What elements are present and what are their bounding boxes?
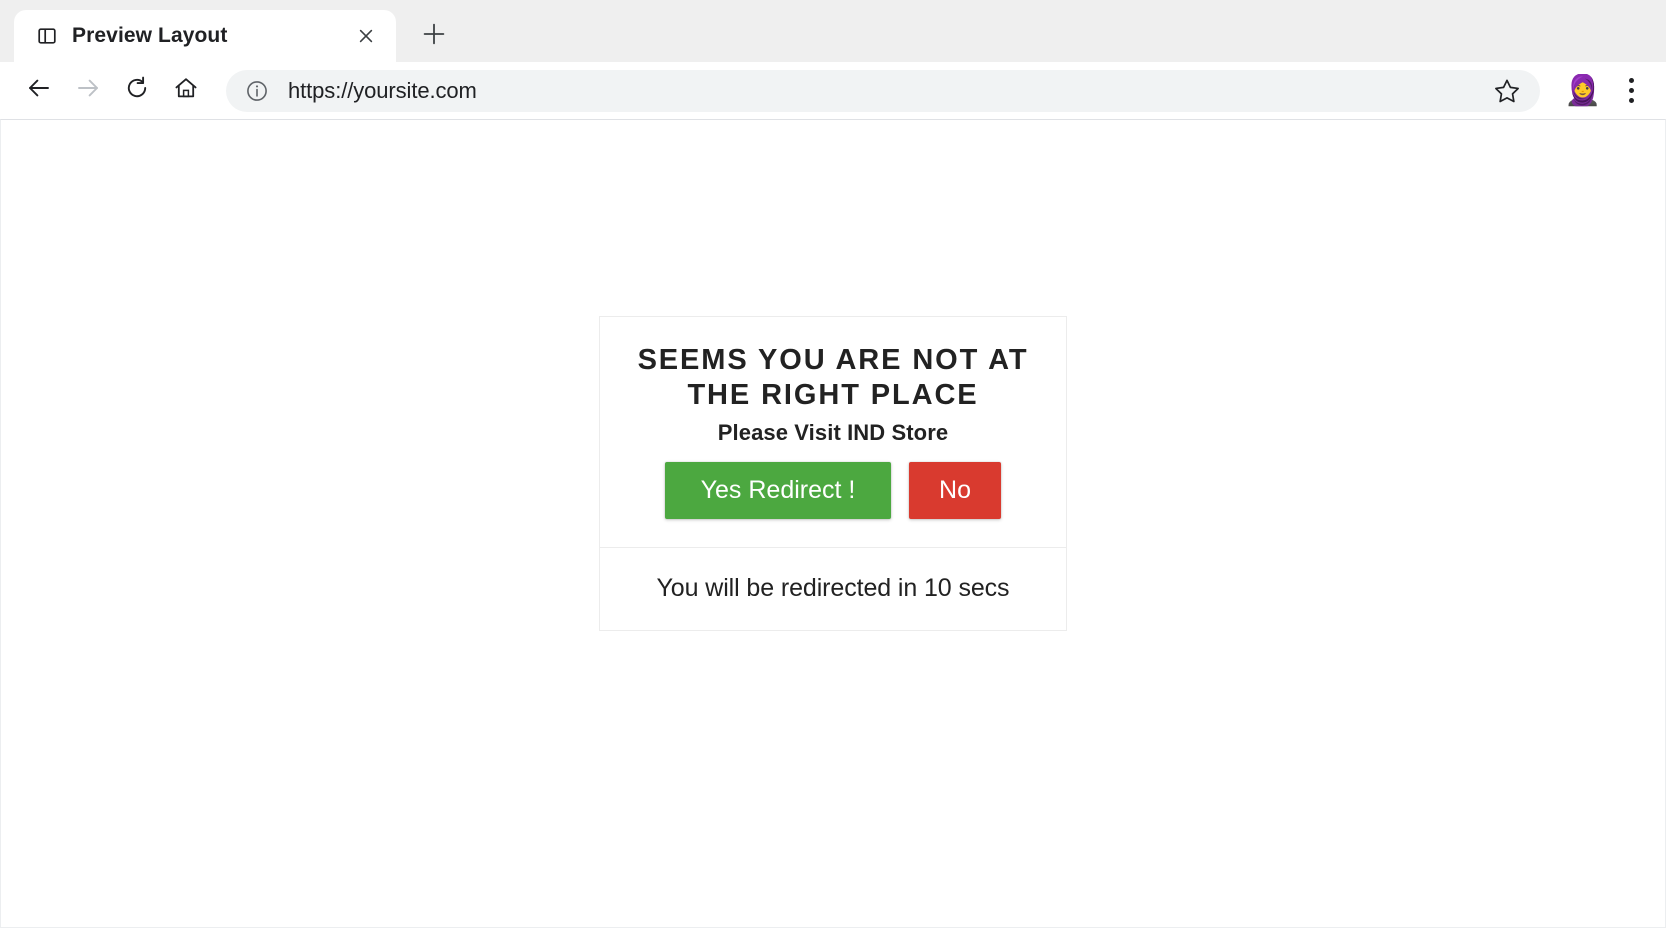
- redirect-button-row: Yes Redirect ! No: [620, 461, 1046, 519]
- page-content: SEEMS YOU ARE NOT AT THE RIGHT PLACE Ple…: [1, 316, 1665, 631]
- star-outline-icon[interactable]: [1492, 76, 1522, 106]
- redirect-countdown-text: You will be redirected in 10 secs: [600, 546, 1066, 630]
- redirect-card-body: SEEMS YOU ARE NOT AT THE RIGHT PLACE Ple…: [600, 317, 1066, 547]
- no-button[interactable]: No: [909, 461, 1001, 519]
- redirect-card: SEEMS YOU ARE NOT AT THE RIGHT PLACE Ple…: [599, 316, 1067, 631]
- menu-dot: [1628, 98, 1634, 103]
- arrow-right-icon: [74, 74, 102, 107]
- three-dot-menu-icon[interactable]: [1614, 72, 1648, 110]
- page-viewport: SEEMS YOU ARE NOT AT THE RIGHT PLACE Ple…: [0, 119, 1666, 928]
- new-tab-button[interactable]: [412, 14, 456, 58]
- menu-dot: [1628, 78, 1634, 83]
- yes-redirect-button[interactable]: Yes Redirect !: [665, 461, 891, 519]
- tab-title: Preview Layout: [72, 24, 228, 47]
- browser-toolbar: https://yoursite.com 🧕: [0, 62, 1666, 119]
- page-title: SEEMS YOU ARE NOT AT THE RIGHT PLACE: [637, 344, 1029, 412]
- page-subtitle: Please Visit IND Store: [717, 419, 949, 445]
- layout-panel-icon: [36, 25, 58, 47]
- woman-with-headscarf-avatar[interactable]: 🧕: [1566, 74, 1600, 108]
- reload-icon: [123, 74, 151, 107]
- tab-strip: Preview Layout: [0, 0, 1666, 62]
- address-bar-url[interactable]: https://yoursite.com: [288, 78, 1482, 104]
- home-icon: [172, 74, 200, 107]
- menu-dot: [1628, 88, 1634, 93]
- info-circle-icon[interactable]: [244, 78, 270, 104]
- tab-preview-layout[interactable]: Preview Layout: [14, 10, 396, 62]
- close-icon[interactable]: [352, 22, 380, 50]
- address-bar[interactable]: https://yoursite.com: [226, 69, 1540, 112]
- forward-button[interactable]: [69, 72, 107, 110]
- browser-window: Preview Layout https://yoursite.com 🧕 SE…: [0, 0, 1666, 928]
- arrow-left-icon: [25, 74, 53, 107]
- home-button[interactable]: [167, 72, 205, 110]
- back-button[interactable]: [20, 72, 58, 110]
- reload-button[interactable]: [118, 72, 156, 110]
- plus-icon: [421, 21, 447, 52]
